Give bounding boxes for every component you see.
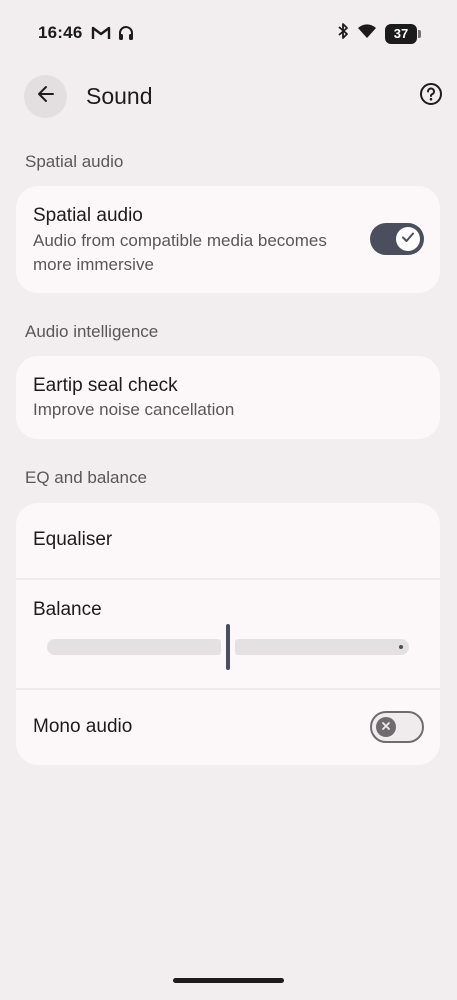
page-title: Sound <box>86 83 153 109</box>
status-time: 16:46 <box>38 23 83 42</box>
mono-audio-title: Mono audio <box>33 716 133 737</box>
balance-title: Balance <box>33 599 102 620</box>
status-left-icons <box>91 24 135 47</box>
home-indicator[interactable] <box>173 978 284 983</box>
balance-slider-track-left[interactable] <box>47 639 221 655</box>
gmail-icon <box>91 25 111 46</box>
section-header-spatial-audio: Spatial audio <box>25 152 124 171</box>
equaliser-row[interactable]: Equaliser <box>16 503 440 578</box>
close-icon <box>381 718 391 736</box>
equaliser-title: Equaliser <box>33 529 113 550</box>
toggle-thumb <box>396 227 420 251</box>
section-header-audio-intelligence: Audio intelligence <box>25 322 159 341</box>
balance-slider-thumb[interactable] <box>226 624 230 670</box>
balance-slider-end-dot <box>399 645 403 649</box>
bluetooth-icon <box>337 22 349 45</box>
battery-level: 37 <box>393 26 409 41</box>
status-bar: 16:46 37 <box>0 0 457 66</box>
spatial-audio-toggle[interactable] <box>370 223 424 255</box>
spatial-audio-row[interactable]: Spatial audio Audio from compatible medi… <box>16 186 440 293</box>
help-circle-icon <box>419 82 443 111</box>
headphones-icon <box>117 24 135 47</box>
wifi-icon <box>357 23 377 44</box>
eartip-seal-check-row[interactable]: Eartip seal check Improve noise cancella… <box>16 356 440 439</box>
help-button[interactable] <box>418 82 444 111</box>
balance-slider-track-right[interactable] <box>235 639 409 655</box>
arrow-left-icon <box>36 84 56 109</box>
mono-audio-row[interactable]: Mono audio <box>16 690 440 765</box>
mono-audio-toggle[interactable] <box>370 711 424 743</box>
toggle-thumb <box>376 717 396 737</box>
battery-icon: 37 <box>385 23 421 44</box>
check-icon <box>401 230 415 249</box>
spatial-audio-subtitle: Audio from compatible media becomes more… <box>33 231 327 274</box>
status-right-icons: 37 <box>337 22 421 45</box>
spatial-audio-title: Spatial audio <box>33 205 143 226</box>
eartip-seal-check-title: Eartip seal check <box>33 375 178 396</box>
section-header-eq-balance: EQ and balance <box>25 468 147 487</box>
eq-balance-card: Equaliser Balance Mono audio <box>16 503 440 765</box>
eartip-seal-check-subtitle: Improve noise cancellation <box>33 400 235 419</box>
back-button[interactable] <box>24 75 67 118</box>
